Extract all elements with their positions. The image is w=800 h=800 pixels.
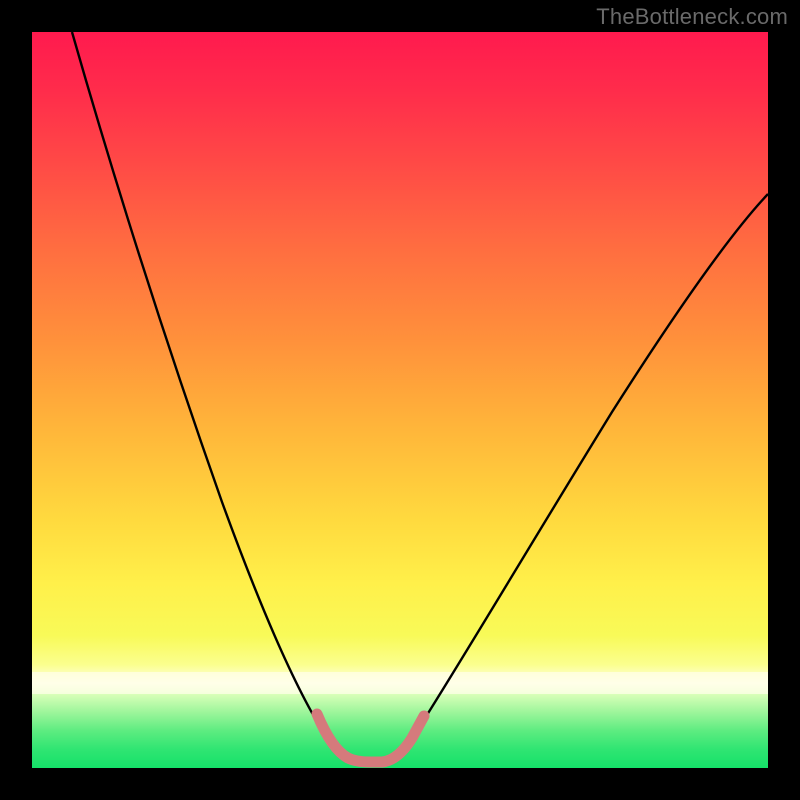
outer-frame: TheBottleneck.com	[0, 0, 800, 800]
gradient-background	[32, 32, 768, 768]
watermark-text: TheBottleneck.com	[596, 4, 788, 30]
bottleneck-plot	[32, 32, 768, 768]
chart-svg	[32, 32, 768, 768]
pale-band	[32, 672, 768, 694]
